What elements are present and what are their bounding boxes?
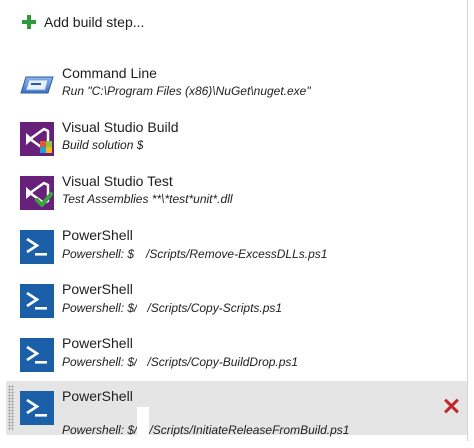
powershell-icon: [20, 284, 54, 318]
powershell-icon: [20, 391, 54, 425]
redacted-region: [137, 354, 148, 368]
build-step-command-line[interactable]: Command Line Run "C:\Program Files (x86)…: [6, 58, 467, 112]
redacted-region: [134, 246, 147, 260]
delete-icon[interactable]: [443, 398, 459, 414]
plus-icon: [22, 15, 36, 29]
build-step-powershell[interactable]: PowerShell Powershell: $//Scripts/Copy-B…: [6, 328, 467, 382]
add-build-step-button[interactable]: Add build step...: [22, 12, 144, 32]
redacted-region: [137, 300, 148, 314]
command-line-icon: [20, 68, 54, 102]
powershell-icon: [20, 230, 54, 264]
visual-studio-build-icon: [20, 122, 54, 156]
step-title: Visual Studio Test: [62, 173, 173, 189]
redacted-region: [137, 407, 150, 448]
drag-handle[interactable]: [8, 385, 14, 431]
step-description: Run "C:\Program Files (x86)\NuGet\nuget.…: [62, 84, 311, 98]
step-title: Command Line: [62, 65, 157, 81]
step-title: PowerShell: [62, 388, 133, 404]
step-title: PowerShell: [62, 227, 133, 243]
step-description: Powershell: $//Scripts/Copy-BuildDrop.ps…: [62, 354, 299, 369]
build-step-powershell[interactable]: PowerShell Powershell: $/Scripts/Remove-…: [6, 220, 467, 274]
step-description: Powershell: $//Scripts/Copy-Scripts.ps1: [62, 300, 283, 315]
build-step-visual-studio-test[interactable]: Visual Studio Test Test Assemblies **\*t…: [6, 166, 467, 220]
build-step-powershell[interactable]: PowerShell Powershell: $//Scripts/Copy-S…: [6, 274, 467, 328]
step-title: PowerShell: [62, 335, 133, 351]
build-step-powershell-selected[interactable]: PowerShell Powershell: $//Scripts/Initia…: [6, 381, 467, 448]
add-build-step-label: Add build step...: [44, 14, 145, 30]
step-description: Test Assemblies **\*test*unit*.dll: [62, 192, 233, 206]
build-step-visual-studio-build[interactable]: Visual Studio Build Build solution $: [6, 112, 467, 166]
truncated-text: $: [137, 138, 143, 151]
step-title: Visual Studio Build: [62, 119, 179, 135]
panel-border: [467, 0, 468, 441]
powershell-icon: [20, 338, 54, 372]
step-description: Powershell: $//Scripts/InitiateReleaseFr…: [62, 407, 349, 448]
step-description: Build solution $: [62, 138, 143, 152]
step-description: Powershell: $/Scripts/Remove-ExcessDLLs.…: [62, 246, 328, 261]
visual-studio-test-icon: [20, 176, 54, 210]
step-title: PowerShell: [62, 281, 133, 297]
